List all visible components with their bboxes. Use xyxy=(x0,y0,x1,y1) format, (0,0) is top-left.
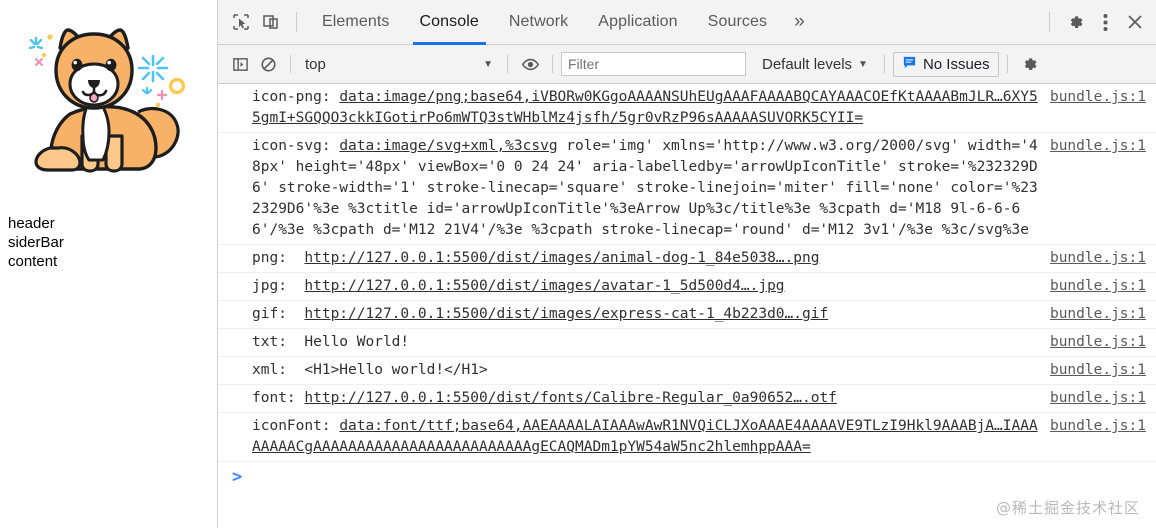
issues-button[interactable]: No Issues xyxy=(892,51,999,77)
execution-context-label: top xyxy=(305,55,326,73)
console-message-gif: gif: http://127.0.0.1:5500/dist/images/e… xyxy=(252,304,1038,325)
tab-application[interactable]: Application xyxy=(583,0,692,45)
chevron-down-icon: ▼ xyxy=(483,58,493,70)
console-message-jpg: jpg: http://127.0.0.1:5500/dist/images/a… xyxy=(252,276,1038,297)
page-label-content: content xyxy=(8,253,58,270)
filter-input[interactable] xyxy=(561,52,746,76)
app-root: header siderBar content Elements Console… xyxy=(0,0,1156,528)
log-source-png[interactable]: bundle.js:1 xyxy=(1050,248,1150,269)
issues-bubble-icon xyxy=(902,55,917,74)
tab-network[interactable]: Network xyxy=(494,0,583,45)
console-row-png[interactable]: png: http://127.0.0.1:5500/dist/images/a… xyxy=(218,245,1156,273)
log-link-iconfont[interactable]: data:font/ttf;base64,AAEAAAALAIAAAwAwR1N… xyxy=(252,418,1038,455)
log-link-gif[interactable]: http://127.0.0.1:5500/dist/images/expres… xyxy=(304,306,828,322)
console-message-xml: xml: <H1>Hello world!</H1> xyxy=(252,362,488,378)
clear-console-icon[interactable] xyxy=(254,50,282,78)
toolbar-divider-right xyxy=(1049,12,1050,32)
log-source-font[interactable]: bundle.js:1 xyxy=(1050,388,1150,409)
execution-context-selector[interactable]: top ▼ xyxy=(299,50,499,78)
log-source-icon-png[interactable]: bundle.js:1 xyxy=(1050,87,1150,108)
toolbar-divider xyxy=(296,12,297,32)
tab-console[interactable]: Console xyxy=(405,0,494,45)
console-prompt-caret-icon: > xyxy=(232,467,243,487)
log-label-icon-png: icon-png: xyxy=(252,89,340,105)
devtools-panel: Elements Console Network Application Sou… xyxy=(218,0,1156,528)
console-row-xml[interactable]: xml: <H1>Hello world!</H1> bundle.js:1 xyxy=(218,357,1156,385)
console-row-gif[interactable]: gif: http://127.0.0.1:5500/dist/images/e… xyxy=(218,301,1156,329)
log-source-gif[interactable]: bundle.js:1 xyxy=(1050,304,1150,325)
console-message-icon-png: icon-png: data:image/png;base64,iVBORw0K… xyxy=(252,87,1038,129)
gear-icon[interactable] xyxy=(1060,7,1090,37)
console-message-txt: txt: Hello World! xyxy=(252,334,410,350)
console-message-font: font: http://127.0.0.1:5500/dist/fonts/C… xyxy=(252,388,1038,409)
log-label-iconfont: iconFont: xyxy=(252,418,340,434)
filterbar-divider-4 xyxy=(883,55,885,73)
log-source-txt[interactable]: bundle.js:1 xyxy=(1050,332,1150,353)
console-message-iconfont: iconFont: data:font/ttf;base64,AAEAAAALA… xyxy=(252,416,1038,458)
console-filter-bar: top ▼ Default levels ▼ xyxy=(218,45,1156,84)
console-row-icon-svg[interactable]: icon-svg: data:image/svg+xml,%3csvg role… xyxy=(218,133,1156,245)
inspect-element-icon[interactable] xyxy=(226,7,256,37)
devtools-tabs: Elements Console Network Application Sou… xyxy=(307,0,1039,45)
shiba-dog-illustration xyxy=(6,8,211,204)
log-source-iconfont[interactable]: bundle.js:1 xyxy=(1050,416,1150,437)
console-prompt[interactable]: > xyxy=(218,462,1156,492)
console-row-jpg[interactable]: jpg: http://127.0.0.1:5500/dist/images/a… xyxy=(218,273,1156,301)
console-message-png: png: http://127.0.0.1:5500/dist/images/a… xyxy=(252,248,1038,269)
show-console-sidebar-icon[interactable] xyxy=(226,50,254,78)
close-icon[interactable] xyxy=(1120,7,1150,37)
log-link-icon-png[interactable]: data:image/png;base64,iVBORw0KGgoAAAANSU… xyxy=(252,89,1038,126)
log-label-font: font: xyxy=(252,390,305,406)
log-label-gif: gif: xyxy=(252,306,305,322)
console-message-icon-svg: icon-svg: data:image/svg+xml,%3csvg role… xyxy=(252,136,1038,241)
more-tabs-chevron-icon[interactable]: » xyxy=(782,0,817,45)
log-label-png: png: xyxy=(252,250,305,266)
filterbar-divider-5 xyxy=(1006,55,1008,73)
page-label-header: header xyxy=(8,215,55,232)
log-source-jpg[interactable]: bundle.js:1 xyxy=(1050,276,1150,297)
kebab-menu-icon[interactable] xyxy=(1090,7,1120,37)
log-link-jpg[interactable]: http://127.0.0.1:5500/dist/images/avatar… xyxy=(304,278,784,294)
page-label-siderbar: siderBar xyxy=(8,234,64,251)
console-row-txt[interactable]: txt: Hello World! bundle.js:1 xyxy=(218,329,1156,357)
toolbar-right-actions xyxy=(1039,7,1150,37)
log-source-xml[interactable]: bundle.js:1 xyxy=(1050,360,1150,381)
page-viewport: header siderBar content xyxy=(0,0,218,528)
log-levels-label: Default levels xyxy=(762,55,853,73)
filterbar-divider-3 xyxy=(552,55,553,73)
tab-sources[interactable]: Sources xyxy=(693,0,782,45)
console-row-font[interactable]: font: http://127.0.0.1:5500/dist/fonts/C… xyxy=(218,385,1156,413)
console-message-list[interactable]: icon-png: data:image/png;base64,iVBORw0K… xyxy=(218,84,1156,528)
log-link-icon-svg[interactable]: data:image/svg+xml,%3csvg xyxy=(339,138,557,154)
filterbar-divider-2 xyxy=(507,55,508,73)
live-expression-eye-icon[interactable] xyxy=(516,50,544,78)
devtools-toolbar: Elements Console Network Application Sou… xyxy=(218,0,1156,45)
device-toolbar-icon[interactable] xyxy=(256,7,286,37)
issues-label: No Issues xyxy=(922,55,990,73)
filterbar-divider-1 xyxy=(290,55,291,73)
console-row-icon-png[interactable]: icon-png: data:image/png;base64,iVBORw0K… xyxy=(218,84,1156,133)
log-label-jpg: jpg: xyxy=(252,278,305,294)
page-section-labels: header siderBar content xyxy=(8,214,64,271)
console-settings-gear-icon[interactable] xyxy=(1016,50,1044,78)
log-label-icon-svg: icon-svg: xyxy=(252,138,340,154)
log-source-icon-svg[interactable]: bundle.js:1 xyxy=(1050,136,1150,157)
tab-elements[interactable]: Elements xyxy=(307,0,405,45)
log-link-png[interactable]: http://127.0.0.1:5500/dist/images/animal… xyxy=(304,250,819,266)
log-levels-selector[interactable]: Default levels ▼ xyxy=(754,50,876,78)
console-row-iconfont[interactable]: iconFont: data:font/ttf;base64,AAEAAAALA… xyxy=(218,413,1156,462)
watermark: @稀土掘金技术社区 xyxy=(995,499,1140,517)
chevron-down-icon-levels: ▼ xyxy=(858,58,868,70)
log-link-font[interactable]: http://127.0.0.1:5500/dist/fonts/Calibre… xyxy=(304,390,837,406)
